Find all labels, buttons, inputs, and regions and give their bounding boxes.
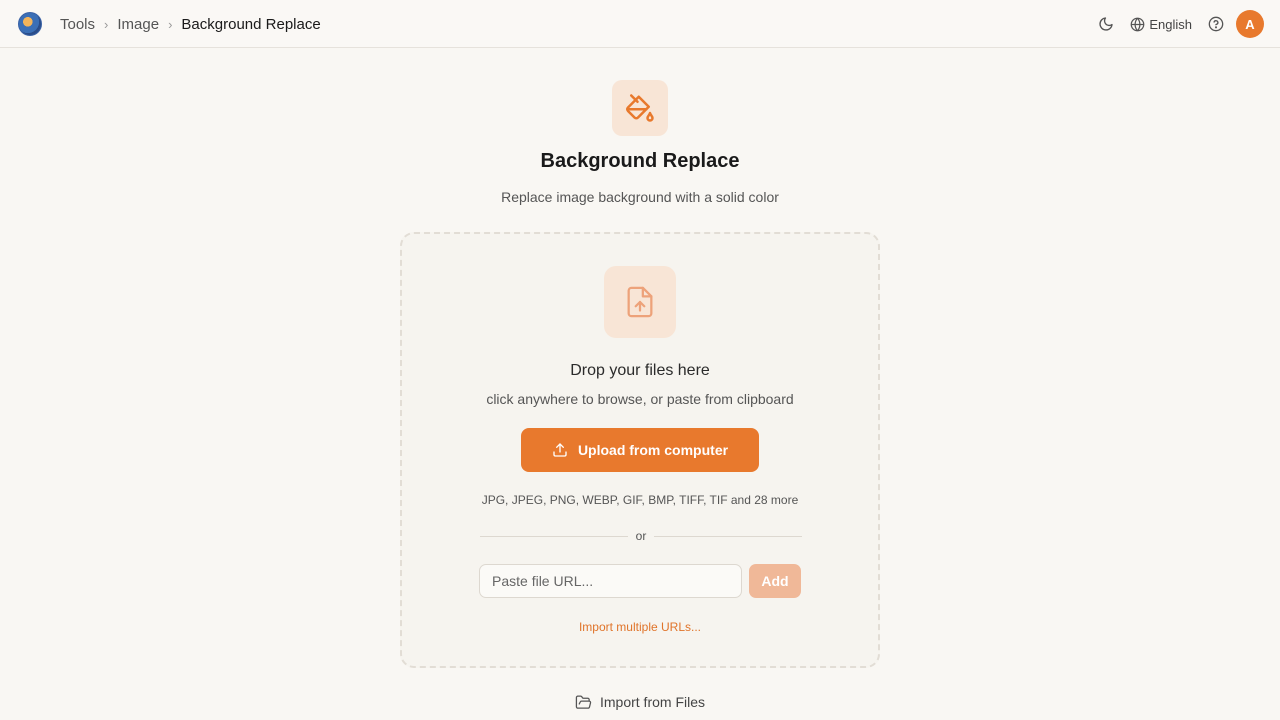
upload-button-label: Upload from computer [577, 442, 729, 458]
app-logo-icon[interactable] [18, 12, 42, 36]
page-title: Background Replace [540, 150, 740, 172]
breadcrumb-image[interactable]: Image [117, 16, 159, 33]
help-icon[interactable] [1206, 14, 1226, 34]
language-label: English [1149, 16, 1192, 32]
chevron-right-icon: › [168, 16, 173, 32]
supported-formats: JPG, JPEG, PNG, WEBP, GIF, BMP, TIFF, TI… [481, 493, 799, 507]
breadcrumb-current: Background Replace [181, 15, 321, 33]
language-selector[interactable]: English [1130, 17, 1192, 32]
avatar[interactable]: A [1236, 10, 1264, 38]
file-dropzone[interactable]: Drop your files here click anywhere to b… [400, 232, 880, 668]
or-divider: or [480, 528, 803, 544]
page-description: Replace image background with a solid co… [501, 189, 779, 205]
breadcrumb-tools[interactable]: Tools [60, 16, 95, 33]
file-upload-icon [604, 266, 676, 338]
dark-mode-toggle-moon-icon[interactable] [1096, 14, 1116, 34]
breadcrumb: Tools › Image › Background Replace [60, 0, 321, 48]
file-url-input[interactable] [479, 564, 742, 598]
paint-bucket-icon [612, 80, 668, 136]
folder-open-icon [575, 694, 592, 709]
upload-icon [553, 443, 567, 457]
dropzone-title: Drop your files here [570, 362, 710, 379]
chevron-right-icon: › [104, 16, 109, 32]
import-from-files-button[interactable]: Import from Files [0, 692, 1280, 712]
globe-icon [1130, 17, 1145, 31]
upload-from-computer-button[interactable]: Upload from computer [521, 428, 759, 472]
import-multiple-urls-link[interactable]: Import multiple URLs... [402, 620, 878, 634]
top-bar: Tools › Image › Background Replace Engli… [0, 0, 1280, 48]
import-from-files-label: Import from Files [599, 694, 705, 710]
add-url-button[interactable]: Add [749, 564, 801, 598]
or-label: or [635, 529, 647, 543]
dropzone-subtitle: click anywhere to browse, or paste from … [486, 391, 794, 407]
